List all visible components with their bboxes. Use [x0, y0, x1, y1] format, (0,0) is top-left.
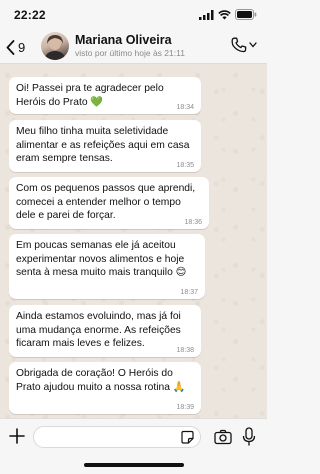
- status-bar: 22:22: [0, 0, 267, 30]
- message-time: 18:38: [176, 347, 194, 354]
- composer-bar: [0, 418, 267, 474]
- signal-icon: [199, 9, 214, 20]
- plus-icon[interactable]: [8, 427, 26, 445]
- message-bubble[interactable]: Meu filho tinha muita seletividade alime…: [9, 120, 201, 172]
- status-time: 22:22: [14, 8, 46, 22]
- message-text: Obrigada de coração! O Heróis do Prato a…: [16, 368, 186, 393]
- status-icons: [199, 9, 257, 20]
- sticker-icon[interactable]: [180, 430, 195, 445]
- message-text: Em poucas semanas ele já aceitou experim…: [16, 240, 187, 278]
- message-bubble[interactable]: Oi! Passei pra te agradecer pelo Heróis …: [9, 77, 201, 114]
- call-button[interactable]: [231, 37, 257, 53]
- message-time: 18:36: [184, 219, 202, 226]
- message-bubble[interactable]: Em poucas semanas ele já aceitou experim…: [9, 234, 205, 299]
- camera-icon[interactable]: [214, 429, 232, 445]
- message-input[interactable]: [33, 426, 201, 448]
- phone-icon: [231, 37, 247, 53]
- chevron-left-icon: [6, 39, 15, 55]
- message-bubble[interactable]: Obrigada de coração! O Heróis do Prato a…: [9, 362, 201, 414]
- chevron-down-icon: [249, 42, 257, 48]
- contact-last-seen: visto por último hoje às 21:11: [75, 48, 185, 58]
- home-indicator: [84, 463, 184, 467]
- message-bubble[interactable]: Ainda estamos evoluindo, mas já foi uma …: [9, 305, 201, 357]
- chat-header: 9 Mariana Oliveira visto por último hoje…: [0, 30, 267, 64]
- message-text: Com os pequenos passos que aprendi, come…: [16, 183, 196, 221]
- message-time: 18:34: [176, 104, 194, 111]
- message-text: Ainda estamos evoluindo, mas já foi uma …: [16, 311, 181, 349]
- chat-area[interactable]: Oi! Passei pra te agradecer pelo Heróis …: [0, 64, 267, 418]
- contact-name[interactable]: Mariana Oliveira: [75, 33, 172, 47]
- message-time: 18:37: [180, 289, 198, 296]
- wifi-icon: [218, 9, 231, 20]
- message-time: 18:35: [176, 162, 194, 169]
- battery-icon: [235, 9, 257, 20]
- message-text: Meu filho tinha muita seletividade alime…: [16, 126, 190, 164]
- unread-count: 9: [18, 39, 26, 55]
- avatar[interactable]: [41, 32, 69, 60]
- message-time: 18:39: [176, 404, 194, 411]
- message-text: Oi! Passei pra te agradecer pelo Heróis …: [16, 83, 164, 108]
- microphone-icon[interactable]: [242, 427, 256, 447]
- back-button[interactable]: 9: [6, 34, 25, 60]
- message-bubble[interactable]: Com os pequenos passos que aprendi, come…: [9, 177, 209, 229]
